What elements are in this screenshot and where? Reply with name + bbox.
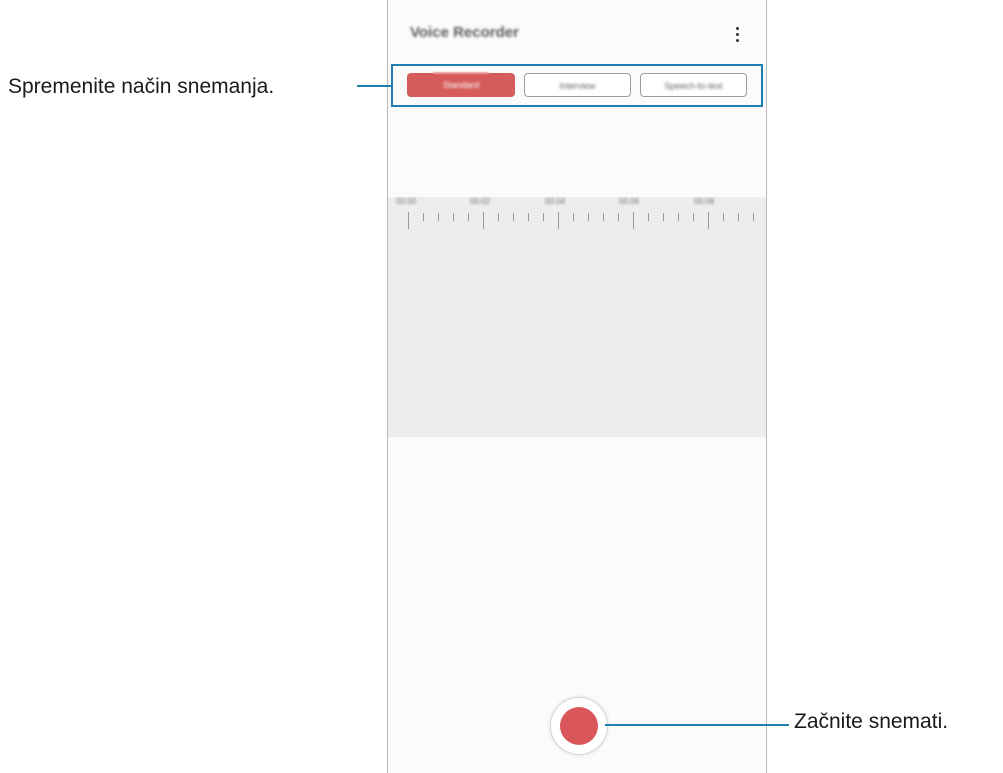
ruler-tick	[678, 213, 679, 221]
callout-change-mode: Spremenite način snemanja.	[8, 75, 275, 98]
mode-standard-label: Standard	[442, 80, 480, 90]
ruler-tick	[633, 212, 634, 229]
waveform-area: 00:00 00:02 00:04 00:06 00:08	[388, 197, 766, 437]
ruler-tick	[423, 213, 424, 221]
more-vertical-icon	[735, 26, 739, 30]
callout-start-recording: Začnite snemati.	[794, 710, 949, 733]
more-options-button[interactable]	[727, 22, 747, 46]
callout-line-mode	[357, 85, 391, 87]
ruler-tick	[483, 212, 484, 229]
mode-speech-to-text-button[interactable]: Speech-to-text	[640, 73, 747, 97]
record-button[interactable]	[550, 697, 608, 755]
ruler-tick	[438, 213, 439, 221]
ruler-tick	[558, 212, 559, 229]
ruler-tick	[603, 213, 604, 221]
ruler-tick	[573, 213, 574, 221]
mode-standard-button[interactable]: Standard	[407, 73, 515, 97]
ruler-tick	[618, 213, 619, 221]
callout-line-record	[605, 724, 789, 726]
ruler-tick	[753, 213, 754, 221]
tick-label: 00:06	[619, 197, 640, 206]
ruler-tick	[723, 213, 724, 221]
ruler-tick	[693, 213, 694, 221]
ruler-tick	[513, 213, 514, 221]
mode-interview-label: Interview	[559, 81, 596, 91]
ruler-tick	[543, 213, 544, 221]
tick-label: 00:00	[396, 197, 417, 206]
page: Voice Recorder Standard Interview Speech…	[0, 0, 1003, 773]
phone-screen: Voice Recorder Standard Interview Speech…	[387, 0, 767, 773]
record-icon	[560, 707, 598, 745]
tick-label: 00:08	[694, 197, 715, 206]
ruler-tick	[708, 212, 709, 229]
ruler-tick	[528, 213, 529, 221]
ruler-tick	[648, 213, 649, 221]
ruler-tick	[468, 213, 469, 221]
ruler-tick	[453, 213, 454, 221]
app-title: Voice Recorder	[410, 24, 519, 41]
tick-label: 00:04	[545, 197, 566, 206]
ruler-tick	[498, 213, 499, 221]
mode-speech-label: Speech-to-text	[664, 81, 723, 91]
mode-interview-button[interactable]: Interview	[524, 73, 631, 97]
ruler-tick	[738, 213, 739, 221]
ruler-tick	[663, 213, 664, 221]
tick-label: 00:02	[470, 197, 491, 206]
ruler-tick	[588, 213, 589, 221]
ruler-tick	[408, 212, 409, 229]
